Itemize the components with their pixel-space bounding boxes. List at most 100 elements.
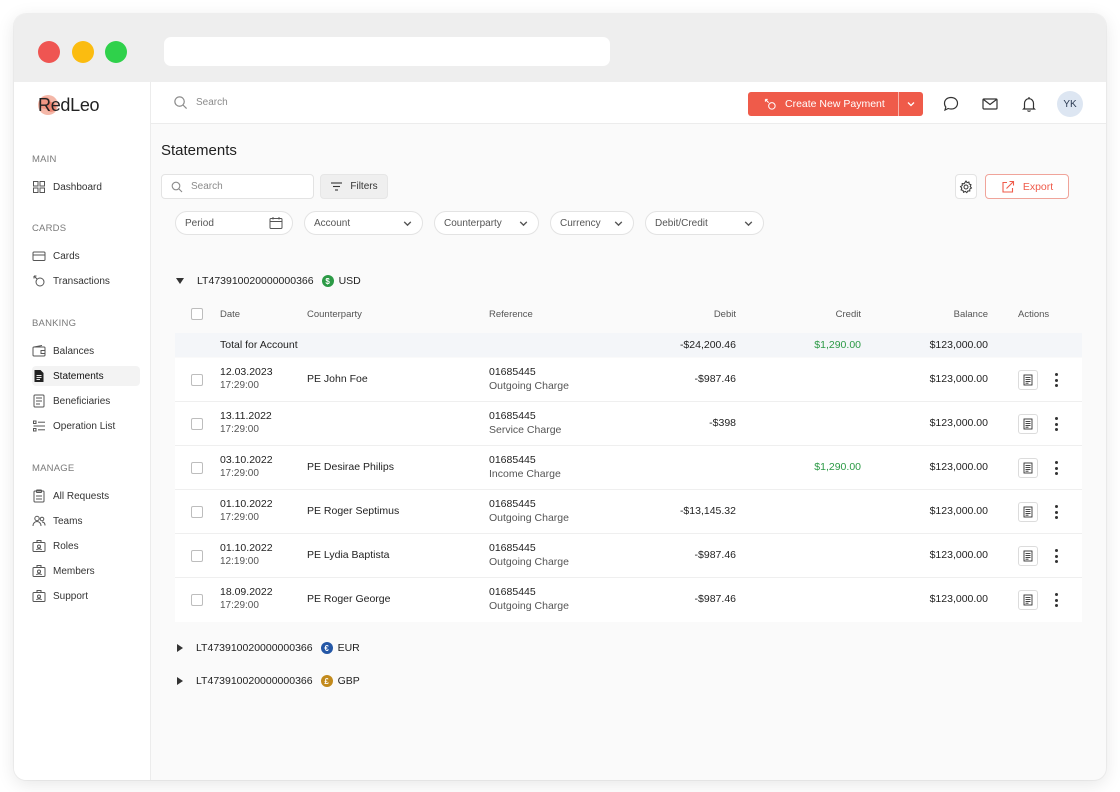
brand-name: RedLeo	[38, 94, 100, 115]
row-date: 12.03.2023	[220, 366, 273, 378]
create-payment-dropdown-button[interactable]	[898, 92, 922, 116]
create-new-payment-button[interactable]: Create New Payment	[748, 92, 898, 116]
user-avatar[interactable]: YK	[1057, 91, 1083, 117]
total-credit: $1,290.00	[814, 339, 861, 351]
account-currency: GBP	[337, 675, 360, 687]
row-counterparty: PE John Foe	[307, 373, 368, 385]
sidebar-item-label: Beneficiaries	[53, 395, 111, 407]
column-header-credit[interactable]: Credit	[761, 309, 861, 320]
sidebar-item-members[interactable]: Members	[32, 561, 140, 581]
row-reference-number: 01685445	[489, 542, 536, 554]
column-header-debit[interactable]: Debit	[635, 309, 736, 320]
row-balance: $123,000.00	[929, 373, 988, 385]
global-search-placeholder: Search	[196, 97, 228, 108]
sidebar-item-teams[interactable]: Teams	[32, 511, 140, 531]
collapse-triangle-icon[interactable]	[176, 278, 184, 284]
sidebar-item-support[interactable]: Support	[32, 586, 140, 606]
minimize-window-button[interactable]	[72, 41, 94, 63]
brand-logo[interactable]: RedLeo	[34, 92, 100, 118]
counterparty-filter[interactable]: Counterparty	[434, 211, 539, 235]
table-row[interactable]: 18.09.2022 17:29:00 PE Roger George 0168…	[175, 578, 1082, 622]
row-credit: $1,290.00	[814, 461, 861, 473]
sidebar-item-label: Cards	[53, 250, 80, 262]
row-reference-type: Outgoing Charge	[489, 380, 569, 392]
sidebar-item-balances[interactable]: Balances	[32, 341, 140, 361]
row-checkbox[interactable]	[191, 374, 203, 386]
period-filter-label: Period	[185, 217, 214, 229]
sidebar-item-statements[interactable]: Statements	[32, 366, 140, 386]
account-group-gbp[interactable]: LT473910020000000366 £ GBP	[176, 672, 360, 690]
view-statement-button[interactable]	[1018, 590, 1038, 610]
expand-triangle-icon[interactable]	[177, 677, 183, 685]
address-bar[interactable]	[164, 37, 610, 66]
nav-section-banking: BANKING	[32, 318, 77, 329]
row-checkbox[interactable]	[191, 506, 203, 518]
filters-label: Filters	[350, 181, 378, 192]
maximize-window-button[interactable]	[105, 41, 127, 63]
column-header-date[interactable]: Date	[220, 309, 240, 320]
row-reference-number: 01685445	[489, 454, 536, 466]
sidebar-item-all-requests[interactable]: All Requests	[32, 486, 140, 506]
select-all-checkbox[interactable]	[191, 308, 203, 320]
view-statement-button[interactable]	[1018, 458, 1038, 478]
total-balance: $123,000.00	[929, 339, 988, 351]
filters-button[interactable]: Filters	[320, 174, 388, 199]
sidebar-item-dashboard[interactable]: Dashboard	[32, 177, 140, 197]
row-date: 18.09.2022	[220, 586, 273, 598]
row-reference-number: 01685445	[489, 498, 536, 510]
account-filter[interactable]: Account	[304, 211, 423, 235]
view-statement-button[interactable]	[1018, 370, 1038, 390]
settings-button[interactable]	[955, 174, 977, 199]
more-actions-kebab-icon[interactable]	[1052, 373, 1060, 387]
view-statement-button[interactable]	[1018, 502, 1038, 522]
bell-icon[interactable]	[1020, 95, 1038, 113]
sidebar-item-beneficiaries[interactable]: Beneficiaries	[32, 391, 140, 411]
sidebar-item-label: Support	[53, 590, 89, 602]
row-checkbox[interactable]	[191, 550, 203, 562]
table-row[interactable]: 01.10.2022 17:29:00 PE Roger Septimus 01…	[175, 490, 1082, 534]
table-row[interactable]: 12.03.2023 17:29:00 PE John Foe 01685445…	[175, 358, 1082, 402]
statements-search-input[interactable]: Search	[161, 174, 314, 199]
more-actions-kebab-icon[interactable]	[1052, 461, 1060, 475]
table-row[interactable]: 13.11.2022 17:29:00 01685445 Service Cha…	[175, 402, 1082, 446]
row-checkbox[interactable]	[191, 594, 203, 606]
view-statement-button[interactable]	[1018, 414, 1038, 434]
mail-icon[interactable]	[981, 95, 999, 113]
row-checkbox[interactable]	[191, 462, 203, 474]
sidebar-item-roles[interactable]: Roles	[32, 536, 140, 556]
table-row[interactable]: 03.10.2022 17:29:00 PE Desirae Philips 0…	[175, 446, 1082, 490]
column-header-reference[interactable]: Reference	[489, 309, 533, 320]
close-window-button[interactable]	[38, 41, 60, 63]
row-time: 17:29:00	[220, 600, 259, 611]
more-actions-kebab-icon[interactable]	[1052, 593, 1060, 607]
view-statement-button[interactable]	[1018, 546, 1038, 566]
chat-icon[interactable]	[942, 95, 960, 113]
account-group-usd[interactable]: LT473910020000000366 $ USD	[176, 272, 361, 290]
currency-filter[interactable]: Currency	[550, 211, 634, 235]
row-checkbox[interactable]	[191, 418, 203, 430]
sidebar-item-label: Roles	[53, 540, 79, 552]
debit-credit-filter[interactable]: Debit/Credit	[645, 211, 764, 235]
row-debit: -$987.46	[694, 593, 736, 605]
nav-section-manage: MANAGE	[32, 463, 75, 474]
chevron-down-icon	[403, 220, 412, 226]
column-header-counterparty[interactable]: Counterparty	[307, 309, 362, 320]
period-filter[interactable]: Period	[175, 211, 293, 235]
column-header-balance[interactable]: Balance	[887, 309, 988, 320]
sidebar-item-operation-list[interactable]: Operation List	[32, 416, 140, 436]
export-button[interactable]: Export	[985, 174, 1069, 199]
table-row[interactable]: 01.10.2022 12:19:00 PE Lydia Baptista 01…	[175, 534, 1082, 578]
sidebar-item-cards[interactable]: Cards	[32, 246, 140, 266]
more-actions-kebab-icon[interactable]	[1052, 417, 1060, 431]
more-actions-kebab-icon[interactable]	[1052, 549, 1060, 563]
account-group-eur[interactable]: LT473910020000000366 € EUR	[176, 639, 360, 657]
sidebar-item-label: All Requests	[53, 490, 110, 502]
sidebar-item-transactions[interactable]: Transactions	[32, 271, 140, 291]
expand-triangle-icon[interactable]	[177, 644, 183, 652]
document-icon	[1023, 594, 1033, 606]
wallet-icon	[32, 345, 46, 357]
roles-icon	[32, 540, 46, 552]
payment-icon	[764, 98, 776, 110]
more-actions-kebab-icon[interactable]	[1052, 505, 1060, 519]
global-search-input[interactable]: Search	[173, 95, 228, 110]
